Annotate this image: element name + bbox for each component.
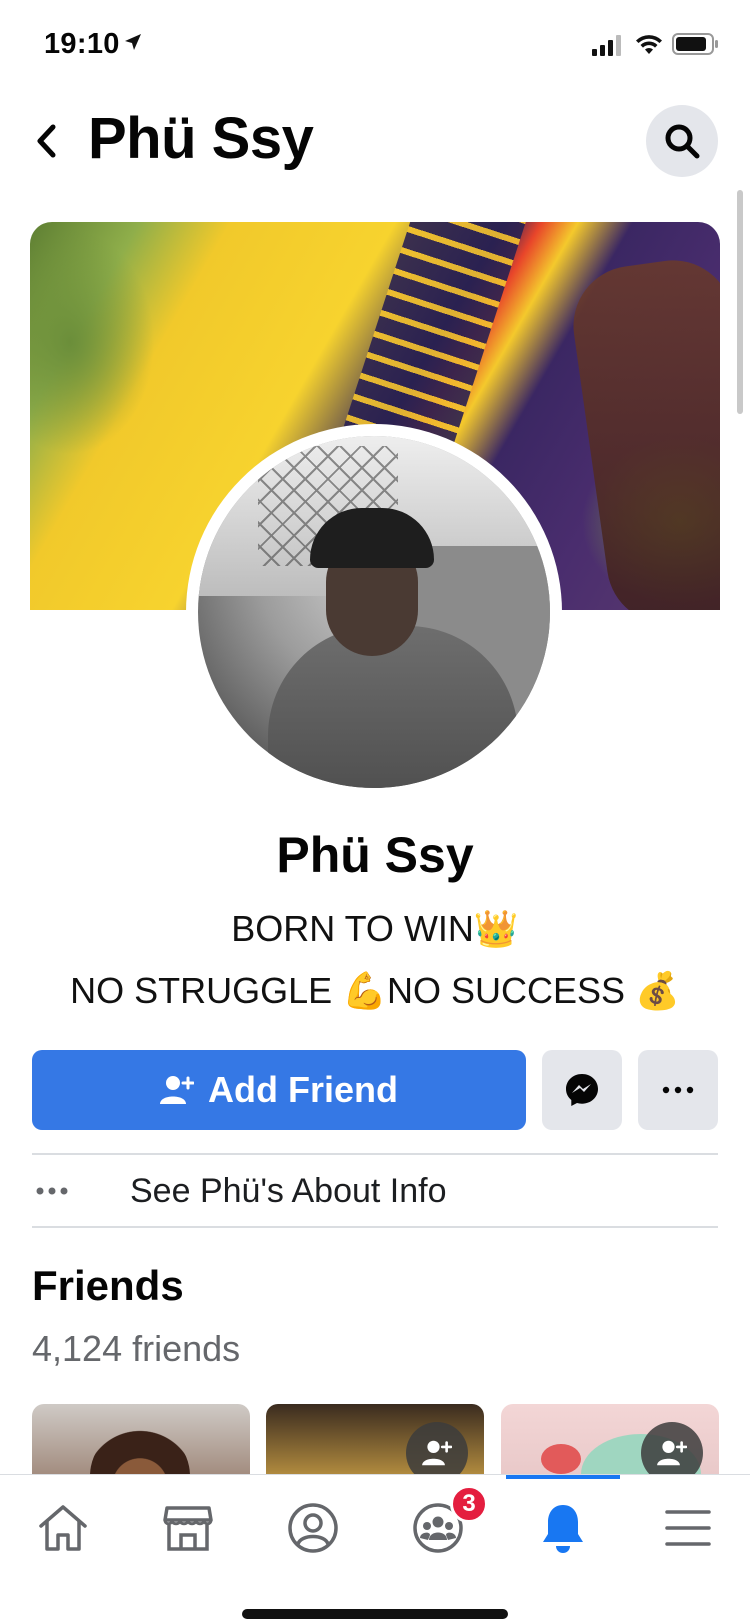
status-time: 19:10: [44, 28, 120, 60]
home-indicator[interactable]: [242, 1609, 508, 1619]
marketplace-icon: [163, 1506, 213, 1551]
battery-icon: [672, 33, 718, 55]
search-icon: [665, 124, 700, 159]
about-info-row[interactable]: See Phü's About Info: [32, 1160, 718, 1222]
profile-icon: [288, 1503, 338, 1553]
cover-photo-detail: [565, 252, 720, 610]
add-friend-button[interactable]: Add Friend: [32, 1050, 526, 1130]
active-tab-indicator: [506, 1475, 620, 1479]
about-info-label: See Phü's About Info: [130, 1171, 447, 1210]
more-horizontal-icon: [662, 1086, 694, 1094]
add-friend-badge[interactable]: [406, 1422, 468, 1474]
profile-bio-line-2: NO STRUGGLE 💪NO SUCCESS 💰: [70, 970, 680, 1011]
profile-name: Phü Ssy: [276, 827, 474, 883]
bottom-tab-bar: 3: [0, 1474, 750, 1624]
divider: [32, 1153, 718, 1155]
message-button[interactable]: [542, 1050, 622, 1130]
tab-marketplace[interactable]: [153, 1493, 223, 1563]
friend-thumbnail[interactable]: [501, 1404, 719, 1474]
friends-count[interactable]: 4,124 friends: [32, 1328, 240, 1370]
divider: [32, 1226, 718, 1228]
add-friend-icon: [160, 1076, 194, 1104]
wifi-icon: [636, 35, 662, 54]
add-friend-badge[interactable]: [641, 1422, 703, 1474]
profile-bio-line-1: BORN TO WIN👑: [231, 908, 519, 949]
add-friend-icon: [422, 1440, 452, 1466]
location-arrow-icon: [125, 34, 141, 50]
menu-icon: [665, 1510, 711, 1546]
search-button[interactable]: [646, 105, 718, 177]
friend-thumbnail[interactable]: [266, 1404, 484, 1474]
friend-photo: [541, 1444, 581, 1474]
tab-profile[interactable]: [278, 1493, 348, 1563]
profile-avatar[interactable]: [198, 436, 550, 788]
home-icon: [39, 1505, 87, 1551]
friend-thumbnail[interactable]: [32, 1404, 250, 1474]
more-options-button[interactable]: [638, 1050, 718, 1130]
page-title: Phü Ssy: [88, 106, 314, 171]
cellular-signal-icon: [592, 35, 621, 56]
tab-notifications[interactable]: [528, 1493, 598, 1563]
tab-menu[interactable]: [653, 1493, 723, 1563]
page-header: Phü Ssy: [0, 95, 750, 185]
more-horizontal-icon: [36, 1187, 68, 1195]
back-button[interactable]: [26, 117, 66, 165]
chevron-left-icon: [37, 124, 56, 158]
add-friend-label: Add Friend: [208, 1069, 398, 1110]
friend-photo: [90, 1426, 190, 1474]
scrollbar[interactable]: [737, 190, 743, 414]
friends-section-title: Friends: [32, 1262, 184, 1309]
bell-icon: [543, 1505, 583, 1553]
tab-home[interactable]: [28, 1493, 98, 1563]
status-bar: 19:10: [0, 0, 750, 90]
messenger-icon: [566, 1074, 598, 1106]
add-friend-icon: [657, 1440, 687, 1466]
groups-notification-badge: 3: [450, 1485, 488, 1523]
